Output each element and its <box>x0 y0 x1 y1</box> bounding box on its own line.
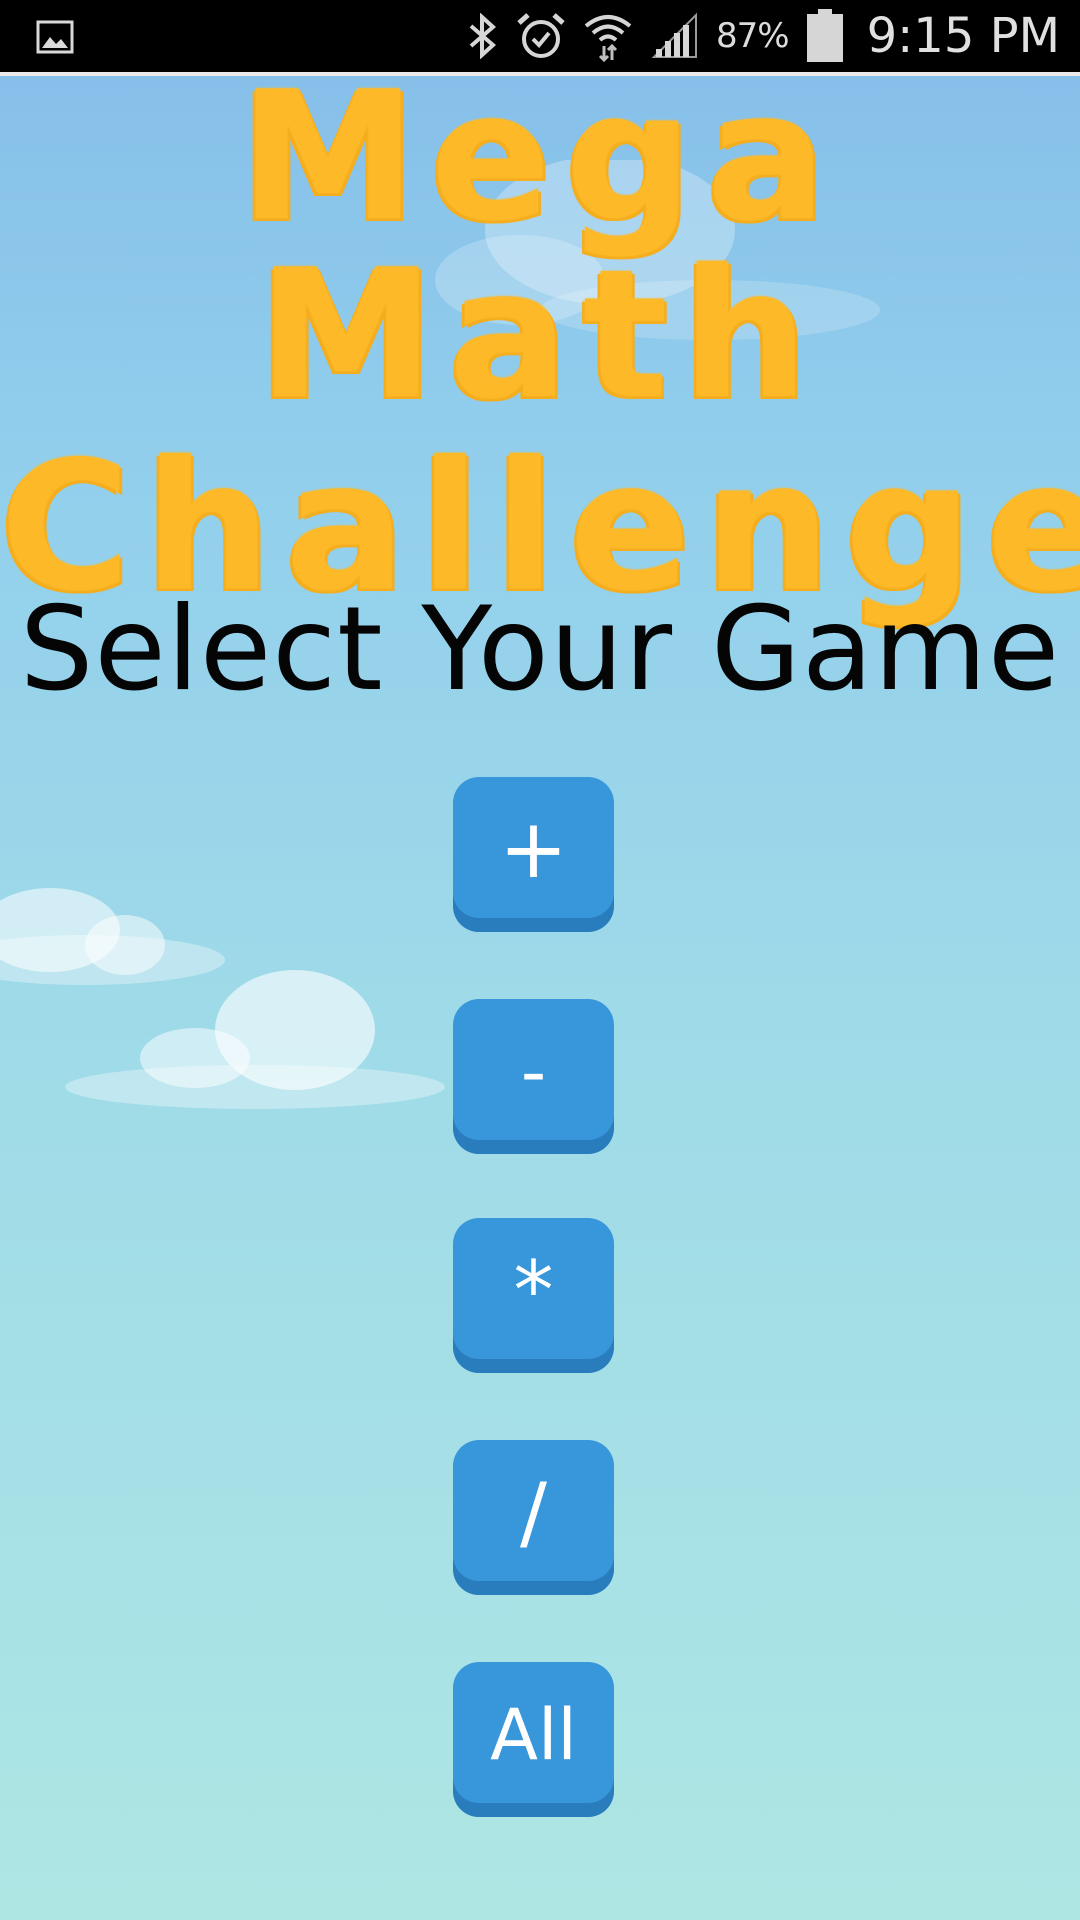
addition-button[interactable]: + <box>453 777 614 932</box>
battery-percent: 87% <box>716 16 790 56</box>
app-title: Mega Math Challenge <box>0 60 1080 616</box>
subtraction-button[interactable]: - <box>453 999 614 1154</box>
division-button[interactable]: / <box>453 1440 614 1595</box>
clock-time: 9:15 PM <box>866 8 1060 64</box>
gallery-icon <box>36 20 74 54</box>
select-game-heading: Select Your Game <box>19 582 1061 717</box>
app-screen: 87% 9:15 PM Mega Math Challenge Select Y… <box>0 0 1080 1920</box>
all-operations-button[interactable]: All <box>453 1662 614 1817</box>
cloud-decoration-left <box>0 888 445 1109</box>
title-line-1: Mega Math <box>239 53 841 438</box>
multiplication-button[interactable]: * <box>453 1218 614 1373</box>
